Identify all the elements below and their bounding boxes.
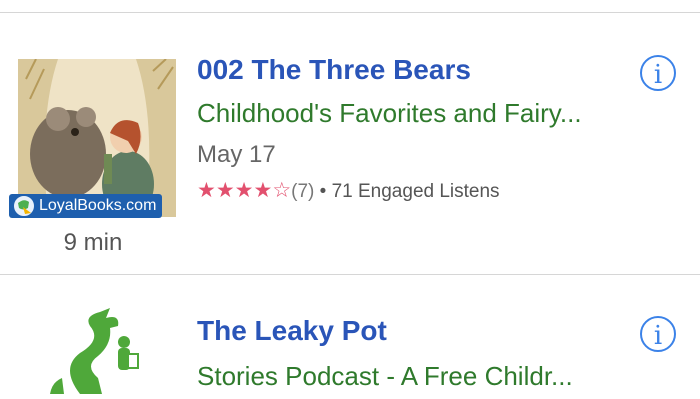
- info-icon: i: [653, 60, 663, 90]
- episode-date: May 17: [197, 141, 276, 168]
- row-divider: [0, 274, 700, 275]
- badge-label: LoyalBooks.com: [39, 197, 157, 214]
- engaged-listens: • 71 Engaged Listens: [319, 181, 500, 202]
- info-button[interactable]: i: [640, 55, 676, 91]
- dragon-artwork: [40, 308, 160, 399]
- info-icon: i: [653, 321, 663, 351]
- empty-star: ☆: [272, 179, 292, 202]
- info-button[interactable]: i: [640, 316, 676, 352]
- episode-duration: 9 min: [63, 229, 123, 256]
- top-divider: [0, 12, 700, 13]
- episode-title[interactable]: The Leaky Pot: [197, 315, 387, 347]
- podcast-subtitle: Childhood's Favorites and Fairy...: [197, 98, 582, 128]
- filled-stars: ★★★★: [197, 179, 273, 202]
- globe-icon: [12, 194, 36, 218]
- loyalbooks-badge: LoyalBooks.com: [9, 194, 163, 218]
- star-rating: ★★★★☆: [197, 179, 291, 202]
- rating-row: ★★★★☆(7) • 71 Engaged Listens: [197, 178, 500, 203]
- episode-title[interactable]: 002 The Three Bears: [197, 54, 471, 86]
- rating-count: (7): [291, 181, 315, 202]
- podcast-subtitle: Stories Podcast - A Free Childr...: [197, 361, 573, 391]
